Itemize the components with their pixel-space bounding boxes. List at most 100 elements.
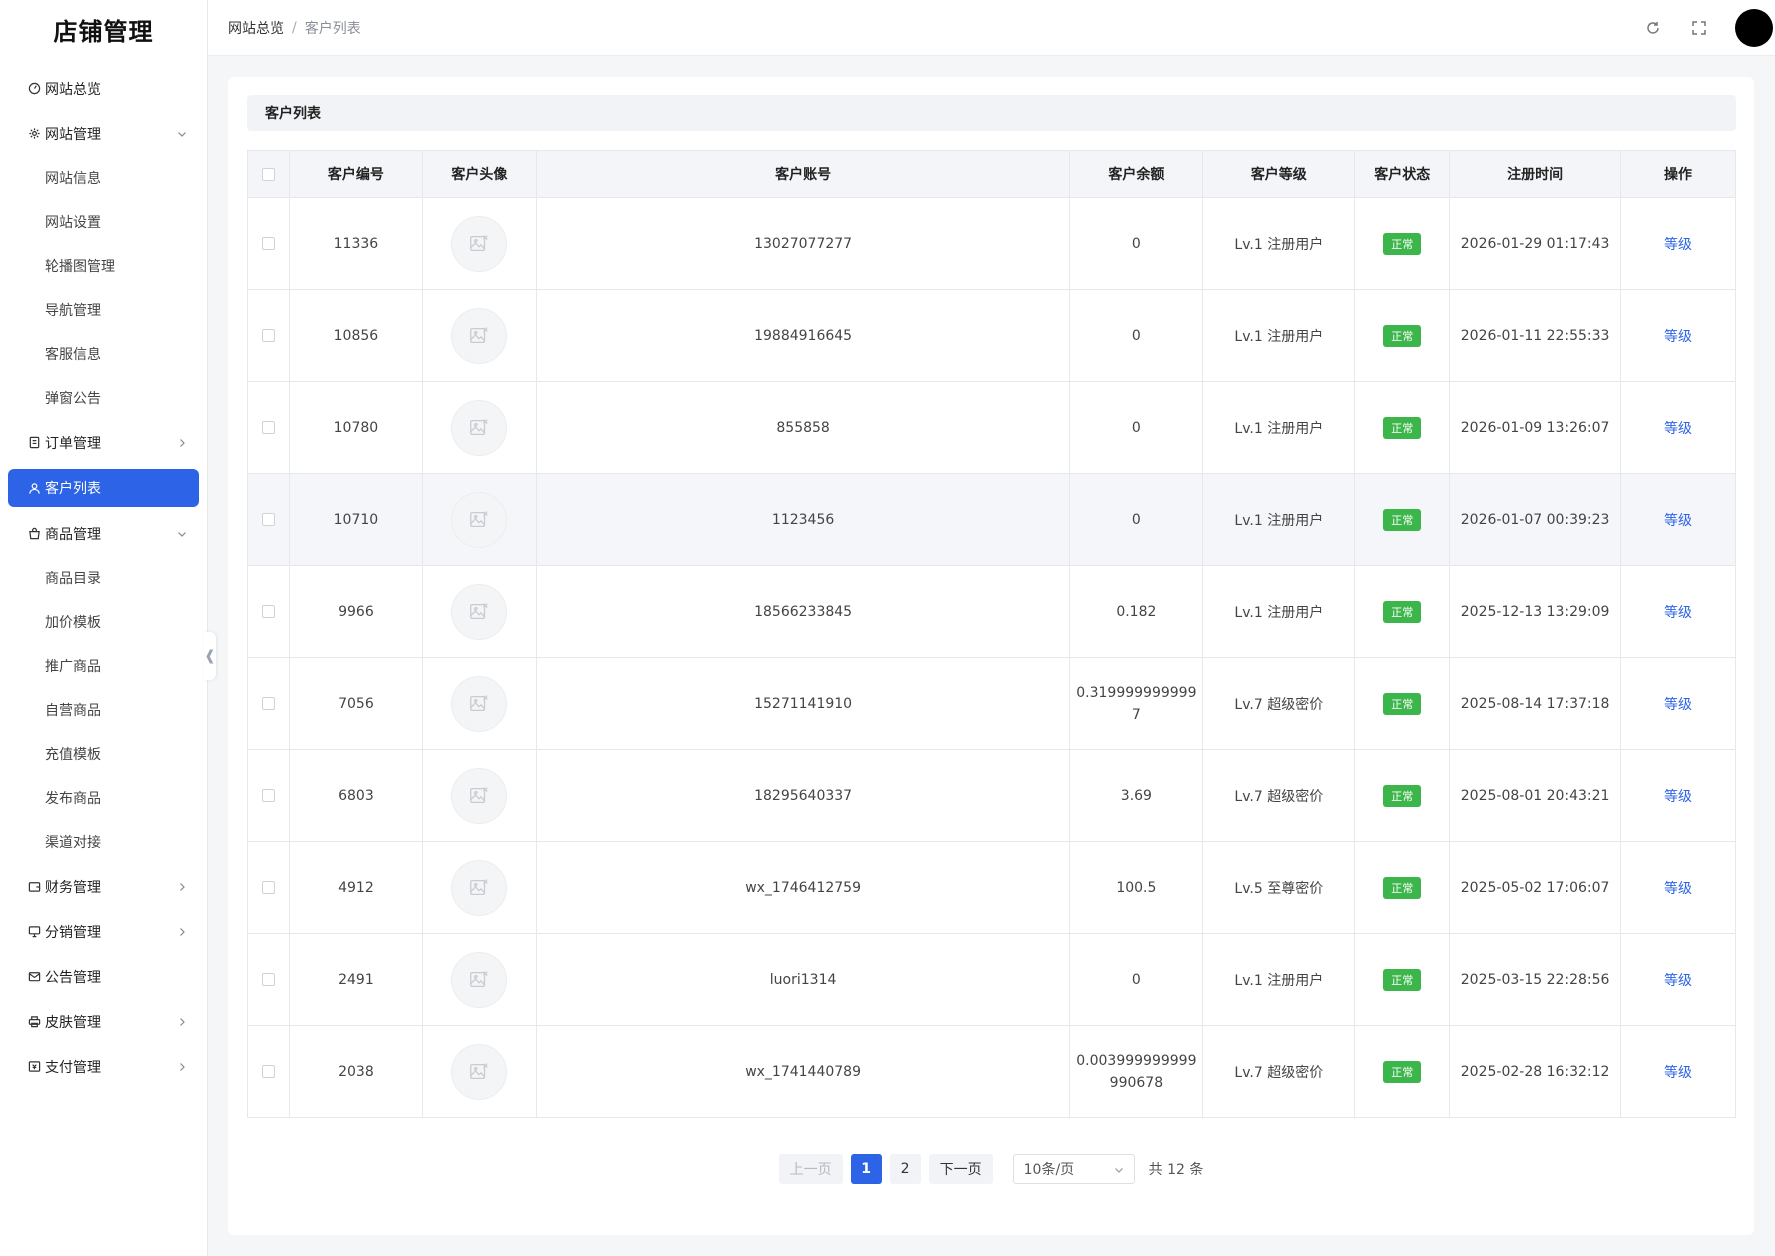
row-checkbox[interactable] [261, 329, 275, 342]
level-action-link[interactable]: 等级 [1664, 789, 1692, 805]
sidebar: 店铺管理 网站总览 网站管理 网站信息 网站设置 轮播图管理 导航管理 客服信息 弹窗公告 订单… [0, 0, 208, 1256]
customer-status-cell: 正常 [1354, 473, 1451, 566]
action-cell: 等级 [1620, 841, 1736, 934]
table-row[interactable]: 2491 luori1314 0 Lv.1 注册用户 正常 2025-03-15 22:2… [247, 933, 1736, 1026]
sidebar-item[interactable]: 商品管理 [0, 511, 207, 556]
customer-balance: 0 [1069, 933, 1204, 1026]
column-header: 客户账号 [535, 150, 1071, 198]
register-time: 2025-08-14 17:37:18 [1449, 657, 1622, 750]
column-header: 注册时间 [1449, 150, 1622, 198]
page-size-value: 10条/页 [1023, 1162, 1075, 1178]
row-checkbox[interactable] [261, 513, 275, 526]
sidebar-item[interactable]: 财务管理 [0, 864, 207, 909]
customer-avatar-cell [421, 657, 537, 750]
table-row[interactable]: 10710 1123456 0 Lv.1 注册用户 正常 2026-01-07 00:39… [247, 473, 1736, 566]
sidebar-item[interactable]: 网站总览 [0, 66, 207, 111]
action-cell: 等级 [1620, 289, 1736, 382]
level-action-link[interactable]: 等级 [1664, 973, 1692, 989]
mail-icon [27, 970, 41, 984]
row-checkbox[interactable] [261, 697, 275, 710]
sidebar-item-label: 订单管理 [45, 435, 101, 452]
row-select-cell [247, 197, 290, 290]
sidebar-subitem[interactable]: 商品目录 [0, 556, 207, 600]
page-number-button[interactable]: 2 [889, 1154, 921, 1184]
avatar[interactable] [1735, 9, 1773, 47]
column-header: 客户编号 [288, 150, 423, 198]
level-action-link[interactable]: 等级 [1664, 1065, 1692, 1081]
customer-avatar-cell [421, 1025, 537, 1118]
row-checkbox[interactable] [261, 973, 275, 986]
table-row[interactable]: 2038 wx_1741440789 0.003999999999 990678 Lv.… [247, 1025, 1736, 1118]
sidebar-subitem[interactable]: 充值模板 [0, 732, 207, 776]
level-action-link[interactable]: 等级 [1664, 697, 1692, 713]
sidebar-subitem[interactable]: 自营商品 [0, 688, 207, 732]
select-all-checkbox[interactable] [261, 167, 275, 181]
table-row[interactable]: 4912 wx_1746412759 100.5 Lv.5 至尊密价 正常 2025-05… [247, 841, 1736, 934]
level-action-link[interactable]: 等级 [1664, 421, 1692, 437]
level-action-link[interactable]: 等级 [1664, 329, 1692, 345]
sidebar-subitem[interactable]: 网站设置 [0, 200, 207, 244]
table-row[interactable]: 10856 19884916645 0 Lv.1 注册用户 正常 2026-01-11 2… [247, 289, 1736, 382]
customer-balance: 0 [1069, 381, 1204, 474]
level-action-link[interactable]: 等级 [1664, 513, 1692, 529]
next-page-button[interactable]: 下一页 [928, 1154, 993, 1184]
document-icon [27, 436, 41, 450]
row-checkbox[interactable] [261, 881, 275, 894]
row-checkbox[interactable] [261, 1065, 275, 1078]
customer-id: 2038 [288, 1025, 423, 1118]
level-action-link[interactable]: 等级 [1664, 605, 1692, 621]
page-number-button[interactable]: 1 [850, 1154, 882, 1184]
customer-balance: 100.5 [1069, 841, 1204, 934]
table-row[interactable]: 6803 18295640337 3.69 Lv.7 超级密价 正常 2025-08-01… [247, 749, 1736, 842]
sidebar-subitem[interactable]: 渠道对接 [0, 820, 207, 864]
customer-id: 6803 [288, 749, 423, 842]
customer-balance: 0.182 [1069, 565, 1204, 658]
customer-balance: 0.319999999999 7 [1069, 657, 1204, 750]
customer-account: 1123456 [535, 473, 1071, 566]
sidebar-subitem[interactable]: 客服信息 [0, 332, 207, 376]
table-row[interactable]: 9966 18566233845 0.182 Lv.1 注册用户 正常 2025-12-1… [247, 565, 1736, 658]
register-time: 2025-03-15 22:28:56 [1449, 933, 1622, 1026]
page-size-select[interactable]: 10条/页 [1012, 1154, 1135, 1184]
sidebar-item[interactable]: 支付管理 [0, 1044, 207, 1089]
sidebar-item[interactable]: 皮肤管理 [0, 999, 207, 1044]
sidebar-item[interactable]: 订单管理 [0, 420, 207, 465]
level-action-link[interactable]: 等级 [1664, 881, 1692, 897]
row-select-cell [247, 289, 290, 382]
table-row[interactable]: 11336 13027077277 0 Lv.1 注册用户 正常 2026-01-29 0… [247, 197, 1736, 290]
sidebar-subitem[interactable]: 推广商品 [0, 644, 207, 688]
sidebar-subitem[interactable]: 网站信息 [0, 156, 207, 200]
fullscreen-icon[interactable] [1689, 18, 1709, 38]
row-select-cell [247, 1025, 290, 1118]
row-checkbox[interactable] [261, 421, 275, 434]
register-time: 2026-01-11 22:55:33 [1449, 289, 1622, 382]
sidebar-item[interactable]: 网站管理 [0, 111, 207, 156]
customer-avatar-cell [421, 565, 537, 658]
sidebar-subitem[interactable]: 加价模板 [0, 600, 207, 644]
image-placeholder-icon [451, 491, 508, 548]
customer-balance: 3.69 [1069, 749, 1204, 842]
table-row[interactable]: 7056 15271141910 0.319999999999 7 Lv.7 超级密价 正… [247, 657, 1736, 750]
sidebar-subitem[interactable]: 发布商品 [0, 776, 207, 820]
row-checkbox[interactable] [261, 237, 275, 250]
sidebar-subitem[interactable]: 轮播图管理 [0, 244, 207, 288]
prev-page-button[interactable]: 上一页 [778, 1154, 843, 1184]
sidebar-item[interactable]: 客户列表 [8, 469, 199, 507]
row-checkbox[interactable] [261, 605, 275, 618]
customer-balance: 0 [1069, 289, 1204, 382]
chevron-down-icon [177, 129, 187, 139]
sidebar-item-label: 客户列表 [45, 481, 101, 497]
refresh-icon[interactable] [1643, 18, 1663, 38]
row-checkbox[interactable] [261, 789, 275, 802]
level-action-link[interactable]: 等级 [1664, 237, 1692, 253]
breadcrumb-home[interactable]: 网站总览 [228, 18, 284, 38]
sidebar-collapse-handle[interactable]: ❰ [204, 632, 216, 680]
table-header-row: 客户编号 客户头像 客户账号 客户余额 客户等级 客户状态 注册时间 操作 [247, 150, 1736, 198]
sidebar-item[interactable]: 分销管理 [0, 909, 207, 954]
sidebar-subitem[interactable]: 弹窗公告 [0, 376, 207, 420]
sidebar-item[interactable]: 公告管理 [0, 954, 207, 999]
table-row[interactable]: 10780 855858 0 Lv.1 注册用户 正常 2026-01-09 13:26:… [247, 381, 1736, 474]
sidebar-item-label: 公告管理 [45, 969, 101, 986]
sidebar-menu: 网站总览 网站管理 网站信息 网站设置 轮播图管理 导航管理 客服信息 弹窗公告订单管理客户列… [0, 58, 207, 1089]
sidebar-subitem[interactable]: 导航管理 [0, 288, 207, 332]
